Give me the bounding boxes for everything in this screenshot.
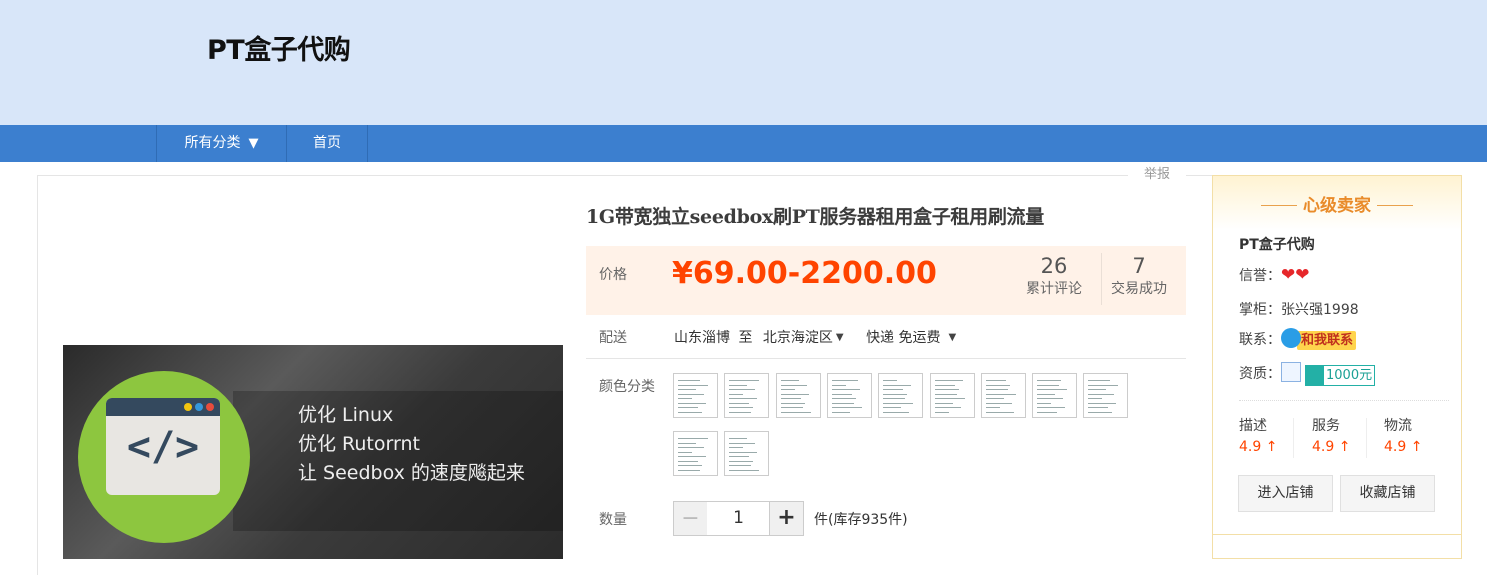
qualification-row: 资质： 1000元 bbox=[1239, 362, 1376, 386]
dsr-value: 4.9 ↑ bbox=[1239, 439, 1278, 455]
image-caption: 优化 Linux 优化 Rutorrnt 让 Seedbox 的速度飚起来 bbox=[298, 401, 525, 488]
color-option-thumbnail[interactable] bbox=[673, 373, 718, 418]
keeper-label: 掌柜： bbox=[1239, 302, 1281, 318]
id-card-icon[interactable] bbox=[1281, 362, 1301, 382]
quantity-input[interactable]: 1 bbox=[707, 501, 770, 536]
price-box: 价格 ¥69.00-2200.00 26 累计评论 7 交易成功 bbox=[586, 246, 1186, 315]
product-title: 1G带宽独立seedbox刷PT服务器租用盒子租用刷流量 bbox=[586, 206, 1044, 228]
dsr-divider bbox=[1293, 418, 1294, 458]
image-line: 优化 Rutorrnt bbox=[298, 433, 420, 455]
review-count-number: 26 bbox=[1040, 254, 1068, 278]
dsr-label: 描述 bbox=[1239, 418, 1267, 434]
delivery-to-word: 至 bbox=[738, 330, 753, 346]
shipping-select[interactable]: 快递 免运费 ▼ bbox=[866, 330, 956, 346]
delivery-destination: 北京海淀区 bbox=[762, 330, 833, 346]
dsr-divider bbox=[1366, 418, 1367, 458]
contact-label: 联系： bbox=[1239, 332, 1281, 348]
seller-rank-label: 心级卖家 bbox=[1303, 196, 1371, 216]
image-line: 让 Seedbox 的速度飚起来 bbox=[298, 462, 525, 484]
deposit-amount: 1000元 bbox=[1326, 368, 1373, 383]
color-option-thumbnail[interactable] bbox=[1083, 373, 1129, 418]
sales-count: 7 交易成功 bbox=[1111, 254, 1167, 300]
code-window-icon: </> bbox=[106, 398, 220, 495]
dsr-value: 4.9 ↑ bbox=[1384, 439, 1423, 455]
color-option-thumbnail[interactable] bbox=[673, 431, 718, 476]
color-option-thumbnail[interactable] bbox=[929, 373, 975, 418]
color-option-thumbnail[interactable] bbox=[878, 373, 924, 418]
seller-panel: 心级卖家 PT盒子代购 信誉：❤❤ 掌柜：张兴强1998 联系： 和我联系 资质：… bbox=[1212, 175, 1462, 559]
color-option-thumbnail[interactable] bbox=[1032, 373, 1078, 418]
stock-info: 件(库存935件) bbox=[814, 512, 908, 528]
nav-all-categories-label: 所有分类 bbox=[184, 135, 241, 151]
color-option-thumbnail[interactable] bbox=[980, 373, 1026, 418]
dsr-logistics: 物流 4.9 ↑ bbox=[1384, 416, 1444, 458]
delivery-row: 配送 山东淄博 至 北京海淀区 ▼ 快递 免运费 ▼ bbox=[586, 322, 1186, 359]
delivery-info: 山东淄博 至 北京海淀区 ▼ 快递 免运费 ▼ bbox=[674, 327, 956, 347]
sales-count-label: 交易成功 bbox=[1111, 281, 1167, 297]
stat-divider bbox=[1101, 253, 1102, 305]
seller-panel-divider bbox=[1213, 534, 1461, 535]
deposit-badge[interactable]: 1000元 bbox=[1305, 365, 1376, 386]
contact-button-label: 和我联系 bbox=[1297, 331, 1357, 350]
sales-count-number: 7 bbox=[1132, 254, 1146, 278]
dsr-description: 描述 4.9 ↑ bbox=[1239, 416, 1299, 458]
dsr-label: 服务 bbox=[1312, 418, 1340, 434]
caret-down-icon: ▼ bbox=[835, 332, 844, 343]
keeper-name[interactable]: 张兴强1998 bbox=[1281, 302, 1359, 318]
navbar: 所有分类 ▼ 首页 bbox=[0, 125, 1487, 162]
quantity-increase-button[interactable]: + bbox=[769, 501, 804, 536]
delivery-label: 配送 bbox=[599, 330, 627, 346]
heart-icon[interactable]: ❤❤ bbox=[1281, 265, 1310, 285]
shipping-method: 快递 免运费 bbox=[866, 330, 941, 346]
nav-home[interactable]: 首页 bbox=[287, 125, 368, 162]
keeper-row: 掌柜：张兴强1998 bbox=[1239, 299, 1359, 319]
review-count[interactable]: 26 累计评论 bbox=[1026, 254, 1082, 300]
contact-button[interactable]: 和我联系 bbox=[1281, 328, 1357, 350]
quantity-decrease-button[interactable]: − bbox=[673, 501, 708, 536]
seller-divider bbox=[1239, 400, 1449, 401]
dsr-service: 服务 4.9 ↑ bbox=[1312, 416, 1372, 458]
reputation-label: 信誉： bbox=[1239, 268, 1281, 284]
quantity-label: 数量 bbox=[599, 512, 627, 528]
image-line: 优化 Linux bbox=[298, 404, 394, 426]
qualification-label: 资质： bbox=[1239, 366, 1281, 382]
color-option-thumbnail[interactable] bbox=[724, 431, 770, 476]
nav-all-categories[interactable]: 所有分类 ▼ bbox=[156, 125, 287, 162]
review-count-label: 累计评论 bbox=[1026, 281, 1082, 297]
dsr-label: 物流 bbox=[1384, 418, 1412, 434]
color-option-thumbnail[interactable] bbox=[826, 373, 872, 418]
color-option-thumbnail[interactable] bbox=[775, 373, 821, 418]
seller-rank: 心级卖家 bbox=[1213, 191, 1461, 216]
shop-title[interactable]: PT盒子代购 bbox=[207, 28, 351, 67]
color-label: 颜色分类 bbox=[599, 379, 655, 395]
reputation-row: 信誉：❤❤ bbox=[1239, 265, 1310, 285]
caret-down-icon: ▼ bbox=[948, 332, 957, 343]
enter-shop-button[interactable]: 进入店铺 bbox=[1238, 475, 1333, 512]
delivery-from: 山东淄博 bbox=[674, 330, 730, 346]
dsr-value: 4.9 ↑ bbox=[1312, 439, 1351, 455]
triangle-down-icon: ▼ bbox=[248, 136, 259, 151]
deposit-icon bbox=[1306, 366, 1324, 385]
seller-shop-name[interactable]: PT盒子代购 bbox=[1239, 234, 1315, 254]
product-main-image[interactable]: </> 优化 Linux 优化 Rutorrnt 让 Seedbox 的速度飚起… bbox=[63, 345, 563, 559]
delivery-destination-select[interactable]: 北京海淀区 ▼ bbox=[763, 330, 844, 346]
color-option-thumbnail[interactable] bbox=[724, 373, 770, 418]
report-link[interactable]: 举报 bbox=[1128, 165, 1186, 185]
wangwang-icon bbox=[1281, 328, 1301, 348]
favorite-shop-button[interactable]: 收藏店铺 bbox=[1340, 475, 1435, 512]
contact-row: 联系： 和我联系 bbox=[1239, 328, 1357, 350]
price-value: ¥69.00-2200.00 bbox=[672, 256, 937, 291]
price-label: 价格 bbox=[599, 267, 627, 283]
